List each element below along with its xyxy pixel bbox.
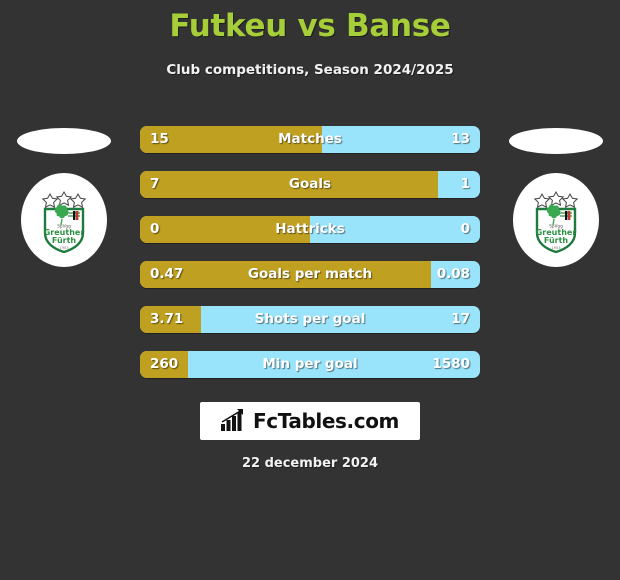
- svg-text:Fürth: Fürth: [52, 236, 77, 245]
- stat-row: 15 Matches 13: [140, 126, 480, 153]
- stat-row: 260 Min per goal 1580: [140, 351, 480, 378]
- page-title: Futkeu vs Banse: [169, 8, 451, 44]
- stat-rows: 15 Matches 13 7 Goals 1 0 Hattricks 0 0.…: [140, 126, 480, 396]
- stat-row: 3.71 Shots per goal 17: [140, 306, 480, 333]
- home-team-crest: SpVgg Greuther Fürth 1903: [21, 173, 107, 267]
- svg-text:1903: 1903: [59, 246, 68, 250]
- stat-label: Goals: [288, 176, 332, 192]
- stat-away-value: 13: [451, 131, 470, 147]
- spvgg-greuther-furth-crest-icon: SpVgg Greuther Fürth 1903: [533, 190, 579, 253]
- page-subtitle: Club competitions, Season 2024/2025: [166, 62, 454, 78]
- stat-away-value: 1580: [432, 356, 470, 372]
- svg-text:Fürth: Fürth: [544, 236, 569, 245]
- report-date: 22 december 2024: [241, 456, 379, 471]
- stat-label: Matches: [278, 131, 342, 147]
- stat-label: Min per goal: [262, 356, 358, 372]
- stat-away-value: 1: [460, 176, 470, 192]
- stat-away-value: 17: [451, 311, 470, 327]
- stat-away-value: 0.08: [436, 266, 470, 282]
- stat-label: Shots per goal: [254, 311, 366, 327]
- stat-label: Hattricks: [275, 221, 345, 237]
- stat-label: Goals per match: [247, 266, 373, 282]
- stat-row: 7 Goals 1: [140, 171, 480, 198]
- bar-chart-icon: [221, 409, 244, 431]
- decorative-ellipse-right: [509, 128, 603, 154]
- spvgg-greuther-furth-crest-icon: SpVgg Greuther Fürth 1903: [41, 190, 87, 253]
- away-team-crest: SpVgg Greuther Fürth 1903: [513, 173, 599, 267]
- stat-away-value: 0: [460, 221, 470, 237]
- svg-text:1903: 1903: [551, 246, 560, 250]
- stat-row: 0.47 Goals per match 0.08: [140, 261, 480, 288]
- fctables-logo[interactable]: FcTables.com: [200, 402, 420, 440]
- stat-row: 0 Hattricks 0: [140, 216, 480, 243]
- decorative-ellipse-left: [17, 128, 111, 154]
- fctables-brand-text: FcTables.com: [253, 409, 399, 433]
- stat-comparison-card: Futkeu vs Banse Club competitions, Seaso…: [0, 0, 620, 580]
